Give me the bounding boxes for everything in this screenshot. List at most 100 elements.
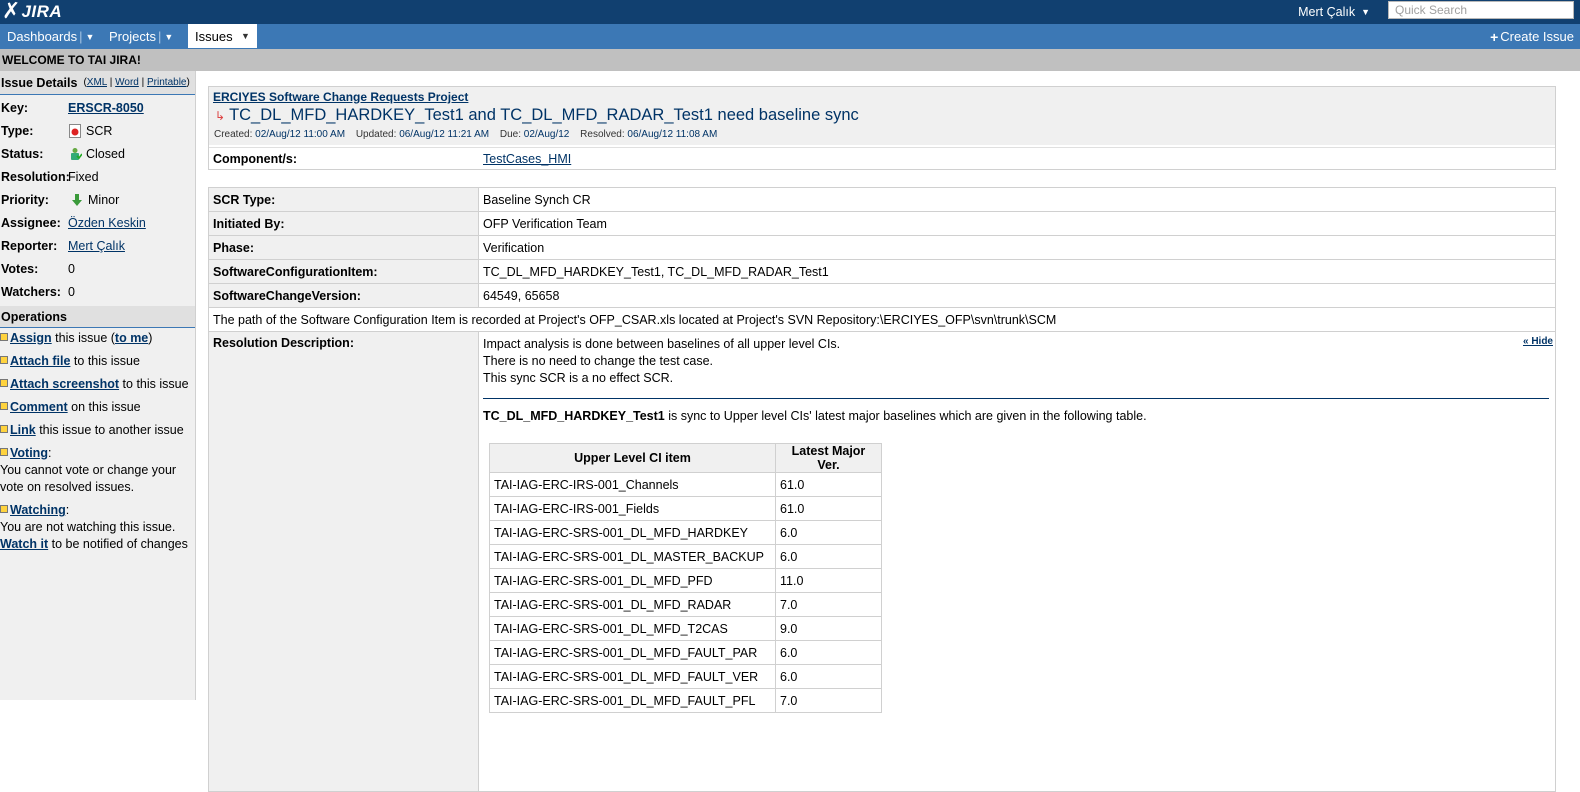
issue-details-header: Issue Details (XML | Word | Printable): [0, 71, 195, 95]
issue-key-link[interactable]: ERSCR-8050: [68, 101, 144, 115]
op-attach-screenshot: Attach screenshot to this issue: [0, 376, 195, 393]
field-row: SoftwareConfigurationItem: TC_DL_MFD_HAR…: [208, 259, 1556, 284]
ci-item-cell: TAI-IAG-ERC-SRS-001_DL_MFD_FAULT_PFL: [489, 688, 776, 713]
detail-value: 0: [68, 261, 75, 276]
version-cell: 6.0: [775, 664, 882, 689]
ci-item-cell: TAI-IAG-ERC-IRS-001_Fields: [489, 496, 776, 521]
field-row: The path of the Software Configuration I…: [208, 307, 1556, 332]
table-header-row: Upper Level CI item Latest Major Ver.: [489, 443, 882, 473]
word-link[interactable]: Word: [115, 77, 139, 88]
watch-it-link[interactable]: Watch it: [0, 537, 48, 551]
version-cell: 6.0: [775, 640, 882, 665]
due-date: 02/Aug/12: [523, 129, 570, 140]
detail-label: Priority:: [1, 192, 49, 207]
nav-projects-label: Projects: [109, 29, 156, 44]
resolved-date: 06/Aug/12 11:08 AM: [627, 129, 718, 140]
voting-link[interactable]: Voting: [10, 446, 48, 460]
chevron-down-icon[interactable]: ▼: [241, 31, 250, 41]
upper-level-ci-table: Upper Level CI item Latest Major Ver. TA…: [489, 443, 882, 713]
detail-votes: Votes: 0: [0, 257, 195, 280]
operations-header: Operations: [0, 306, 195, 328]
version-cell: 6.0: [775, 520, 882, 545]
xml-link[interactable]: XML: [87, 77, 107, 88]
field-label: SoftwareChangeVersion:: [208, 283, 479, 308]
create-issue-label: Create Issue: [1500, 29, 1574, 44]
assignee-link[interactable]: Özden Keskin: [68, 216, 146, 230]
column-header: Latest Major Ver.: [775, 443, 882, 473]
version-cell: 11.0: [775, 568, 882, 593]
subtask-arrow-icon: ↳: [215, 108, 226, 123]
field-value: TC_DL_MFD_HARDKEY_Test1, TC_DL_MFD_RADAR…: [478, 259, 1556, 284]
user-name: Mert Çalık: [1298, 5, 1356, 19]
nav-separator: |: [157, 29, 162, 44]
op-attach-file: Attach file to this issue: [0, 353, 195, 370]
table-row: TAI-IAG-ERC-SRS-001_DL_MFD_T2CAS 9.0: [489, 616, 882, 641]
closed-icon: [71, 147, 82, 160]
resolution-line: There is no need to change the test case…: [483, 354, 714, 368]
watching-note: You are not watching this issue.: [0, 520, 176, 534]
field-label: Initiated By:: [208, 211, 479, 236]
chevron-down-icon: ▼: [1361, 7, 1370, 17]
table-row: TAI-IAG-ERC-SRS-001_DL_MASTER_BACKUP 6.0: [489, 544, 882, 569]
chevron-down-icon[interactable]: ▼: [164, 32, 173, 42]
detail-status: Status: Closed: [0, 142, 195, 165]
reporter-link[interactable]: Mert Çalık: [68, 239, 125, 253]
assign-link[interactable]: Assign: [10, 331, 52, 345]
detail-watchers: Watchers: 0: [0, 280, 195, 303]
nav-projects[interactable]: Projects | ▼: [102, 24, 180, 49]
issue-summary-box: ERCIYES Software Change Requests Project…: [208, 86, 1556, 170]
due-label: Due:: [499, 129, 521, 140]
nav-issues-label: Issues: [195, 28, 233, 44]
assign-to-me-link[interactable]: to me: [115, 331, 148, 345]
nav-issues[interactable]: Issues | ▼: [188, 24, 257, 48]
sync-sentence: TC_DL_MFD_HARDKEY_Test1 is sync to Upper…: [483, 408, 1551, 425]
issue-sidebar: Issue Details (XML | Word | Printable) K…: [0, 71, 196, 700]
op-text: on this issue: [71, 400, 141, 414]
user-menu[interactable]: Mert Çalık ▼: [1298, 0, 1370, 24]
jira-logo[interactable]: ✗ JIRA: [2, 1, 62, 23]
ci-item-cell: TAI-IAG-ERC-SRS-001_DL_MFD_T2CAS: [489, 616, 776, 641]
sync-item: TC_DL_MFD_HARDKEY_Test1: [483, 409, 665, 423]
project-link[interactable]: ERCIYES Software Change Requests Project: [213, 90, 468, 104]
printable-link[interactable]: Printable: [147, 77, 186, 88]
component-link[interactable]: TestCases_HMI: [483, 152, 571, 166]
updated-label: Updated:: [355, 129, 397, 140]
detail-label: Watchers:: [1, 284, 61, 299]
field-row: SoftwareChangeVersion: 64549, 65658: [208, 283, 1556, 308]
field-value: 64549, 65658: [478, 283, 1556, 308]
nav-dashboards[interactable]: Dashboards | ▼: [0, 24, 101, 49]
op-text: to be notified of changes: [51, 537, 188, 551]
op-text: to this issue: [122, 377, 189, 391]
detail-value: SCR: [86, 123, 113, 138]
op-text: to this issue: [73, 354, 140, 368]
bullet-icon: [0, 448, 8, 456]
component-row: Component/s: TestCases_HMI: [209, 147, 1555, 169]
op-voting: Voting: You cannot vote or change your v…: [0, 445, 195, 496]
detail-label: Reporter:: [1, 238, 58, 253]
version-cell: 6.0: [775, 544, 882, 569]
op-link: Link this issue to another issue: [0, 422, 195, 439]
chevron-down-icon[interactable]: ▼: [86, 32, 95, 42]
link-issue-link[interactable]: Link: [10, 423, 36, 437]
attach-screenshot-link[interactable]: Attach screenshot: [10, 377, 119, 391]
detail-assignee: Assignee: Özden Keskin: [0, 211, 195, 234]
table-row: TAI-IAG-ERC-IRS-001_Channels 61.0: [489, 472, 882, 497]
detail-value: Fixed: [68, 169, 99, 184]
bullet-icon: [0, 333, 8, 341]
attach-file-link[interactable]: Attach file: [10, 354, 70, 368]
resolution-description: « Hide Impact analysis is done between b…: [478, 331, 1556, 792]
field-value: Verification: [478, 235, 1556, 260]
bullet-icon: [0, 402, 8, 410]
jira-logo-icon: ✗: [2, 0, 21, 24]
watching-link[interactable]: Watching: [10, 503, 66, 517]
resolved-label: Resolved:: [580, 129, 625, 140]
ci-item-cell: TAI-IAG-ERC-SRS-001_DL_MFD_FAULT_VER: [489, 664, 776, 689]
field-label: SoftwareConfigurationItem:: [208, 259, 479, 284]
table-row: TAI-IAG-ERC-IRS-001_Fields 61.0: [489, 496, 882, 521]
comment-link[interactable]: Comment: [10, 400, 68, 414]
main-nav: Dashboards | ▼ Projects | ▼ Issues | ▼ +…: [0, 24, 1580, 49]
quick-search-input[interactable]: [1388, 1, 1574, 19]
column-header: Upper Level CI item: [489, 443, 776, 473]
custom-fields-table: SCR Type: Baseline Synch CR Initiated By…: [208, 187, 1556, 792]
create-issue-button[interactable]: + Create Issue: [1490, 24, 1574, 49]
